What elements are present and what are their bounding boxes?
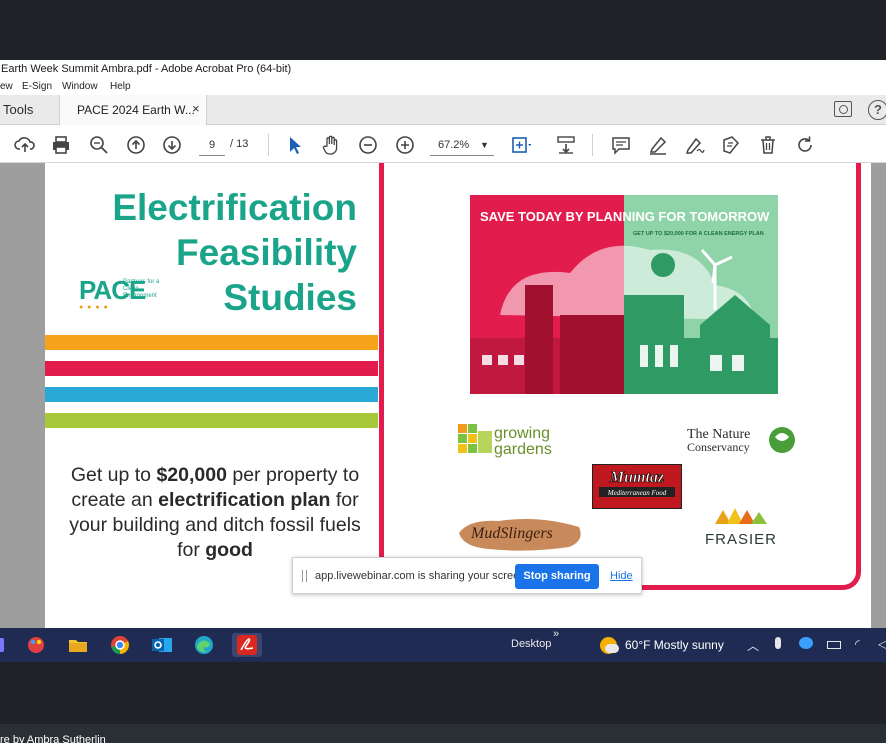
- taskbar-app-icon[interactable]: [0, 633, 6, 657]
- share-screen-icon[interactable]: [834, 101, 852, 117]
- menu-item-help[interactable]: Help: [110, 81, 131, 92]
- red-stripe: [45, 361, 378, 376]
- highlight-pen-icon[interactable]: [647, 134, 669, 156]
- tray-overflow-chevron-icon[interactable]: ︿: [747, 637, 759, 654]
- toolbar-divider: [268, 134, 269, 156]
- presenter-caption: re by Ambra Sutherlin: [0, 734, 106, 743]
- share-message: app.livewebinar.com is sharing your scre…: [315, 570, 529, 582]
- next-page-icon[interactable]: [161, 134, 183, 156]
- help-icon[interactable]: ?: [868, 100, 886, 120]
- hero-headline: SAVE TODAY BY PLANNING FOR TOMORROW: [480, 209, 770, 224]
- title-bar: Earth Week Summit Ambra.pdf - Adobe Acro…: [0, 60, 886, 79]
- paint-app-icon[interactable]: [24, 633, 48, 657]
- mumtaz-tagline: Mediterranean Food: [607, 489, 667, 497]
- desktop-toolbar-label[interactable]: Desktop: [511, 638, 551, 650]
- orange-stripe: [45, 335, 378, 350]
- mumtaz-logo: Mumtaz Mediterranean Food: [592, 464, 682, 509]
- zoom-out-icon[interactable]: [357, 134, 379, 156]
- zoom-search-icon[interactable]: [88, 134, 110, 156]
- upload-cloud-icon[interactable]: [14, 134, 36, 156]
- pace-logo: PACE Partners for a Clean Environment ● …: [79, 275, 169, 315]
- acrobat-window: Earth Week Summit Ambra.pdf - Adobe Acro…: [0, 60, 886, 628]
- windows-taskbar: Desktop » 60°F Mostly sunny ︿ ◜ ◁: [0, 628, 886, 662]
- mumtaz-name: Mumtaz: [609, 469, 665, 486]
- weather-sun-icon[interactable]: [600, 637, 619, 654]
- dark-background-top: [0, 0, 886, 60]
- frasier-logo: FRASIER: [695, 506, 787, 548]
- onedrive-icon[interactable]: [799, 637, 813, 649]
- wifi-icon[interactable]: ◜: [855, 637, 860, 651]
- growing-gardens-line-2: gardens: [494, 441, 552, 458]
- growing-gardens-line-1: growing: [494, 425, 550, 442]
- chevron-down-icon: ▼: [480, 140, 489, 150]
- chrome-icon[interactable]: [108, 633, 132, 657]
- body-text-1: Get up to: [70, 464, 157, 486]
- menu-item-window[interactable]: Window: [62, 81, 98, 92]
- hide-link[interactable]: Hide: [610, 570, 633, 582]
- body-good: good: [205, 539, 253, 561]
- menu-item-view[interactable]: ew: [0, 81, 13, 92]
- hand-tool-icon[interactable]: [320, 134, 342, 156]
- zoom-level-value: 67.2%: [438, 139, 470, 151]
- slide-body-text: Get up to $20,000 per property to create…: [65, 463, 365, 563]
- zoom-in-icon[interactable]: [394, 134, 416, 156]
- frasier-name: FRASIER: [705, 531, 777, 548]
- close-icon[interactable]: ×: [192, 101, 200, 116]
- volume-icon[interactable]: ◁: [878, 637, 886, 651]
- select-cursor-icon[interactable]: [284, 134, 306, 156]
- acrobat-taskbar-icon[interactable]: [232, 633, 262, 657]
- screen-share-bar: app.livewebinar.com is sharing your scre…: [292, 557, 642, 594]
- fit-page-icon[interactable]: [509, 134, 532, 156]
- tab-document[interactable]: PACE 2024 Earth W... ×: [59, 95, 207, 125]
- outlook-icon[interactable]: [150, 633, 174, 657]
- drag-handle-icon[interactable]: [302, 570, 307, 582]
- print-icon[interactable]: [50, 134, 72, 156]
- slide-title-line-1: Electrification: [112, 187, 357, 228]
- nature-conservancy-line-2: Conservancy: [687, 440, 750, 454]
- tab-tools[interactable]: Tools: [3, 102, 33, 117]
- pace-tagline: Partners for a Clean Environment: [123, 279, 160, 299]
- body-amount: $20,000: [156, 464, 227, 486]
- tab-document-label: PACE 2024 Earth W...: [77, 103, 195, 117]
- edit-stamp-icon[interactable]: [720, 134, 742, 156]
- menu-bar: ew E-Sign Window Help: [0, 79, 886, 95]
- battery-icon[interactable]: [827, 641, 841, 649]
- trash-icon[interactable]: [757, 134, 779, 156]
- slide-title-line-2: Feasibility: [176, 232, 357, 273]
- lime-stripe: [45, 413, 378, 428]
- nature-conservancy-logo: The Nature Conservancy: [685, 423, 797, 457]
- page-total: / 13: [230, 138, 249, 150]
- hero-illustration: SAVE TODAY BY PLANNING FOR TOMORROW GET …: [470, 195, 778, 394]
- blue-stripe: [45, 387, 378, 402]
- weather-text[interactable]: 60°F Mostly sunny: [625, 638, 724, 652]
- tab-bar: Tools PACE 2024 Earth W... × ?: [0, 95, 886, 125]
- previous-page-icon[interactable]: [125, 134, 147, 156]
- mudslingers-logo: MudSlingers: [455, 517, 583, 551]
- menu-item-esign[interactable]: E-Sign: [22, 81, 52, 92]
- body-plan: electrification plan: [158, 489, 331, 511]
- growing-gardens-logo: growing gardens: [458, 421, 570, 459]
- page-number-input[interactable]: 9: [199, 134, 225, 156]
- comment-icon[interactable]: [610, 134, 632, 156]
- file-explorer-icon[interactable]: [66, 633, 90, 657]
- stop-sharing-button[interactable]: Stop sharing: [515, 564, 599, 589]
- toolbar: 9 / 13 67.2% ▼: [0, 126, 886, 163]
- chevron-right-icon[interactable]: »: [553, 628, 559, 640]
- microphone-icon[interactable]: [775, 637, 781, 649]
- presenter-caption-bar: re by Ambra Sutherlin: [0, 724, 886, 743]
- toolbar-divider: [592, 134, 593, 156]
- edge-icon[interactable]: [192, 633, 216, 657]
- scroll-mode-icon[interactable]: [555, 134, 577, 156]
- rotate-icon[interactable]: [794, 134, 816, 156]
- window-title: Earth Week Summit Ambra.pdf - Adobe Acro…: [1, 63, 292, 75]
- hero-subline: GET UP TO $20,000 FOR A CLEAN ENERGY PLA…: [633, 231, 764, 237]
- sign-pen-icon[interactable]: [683, 134, 705, 156]
- mudslingers-name: MudSlingers: [470, 525, 553, 542]
- zoom-level-select[interactable]: 67.2% ▼: [430, 134, 494, 156]
- pace-logo-dots: ● ● ● ●: [79, 304, 109, 311]
